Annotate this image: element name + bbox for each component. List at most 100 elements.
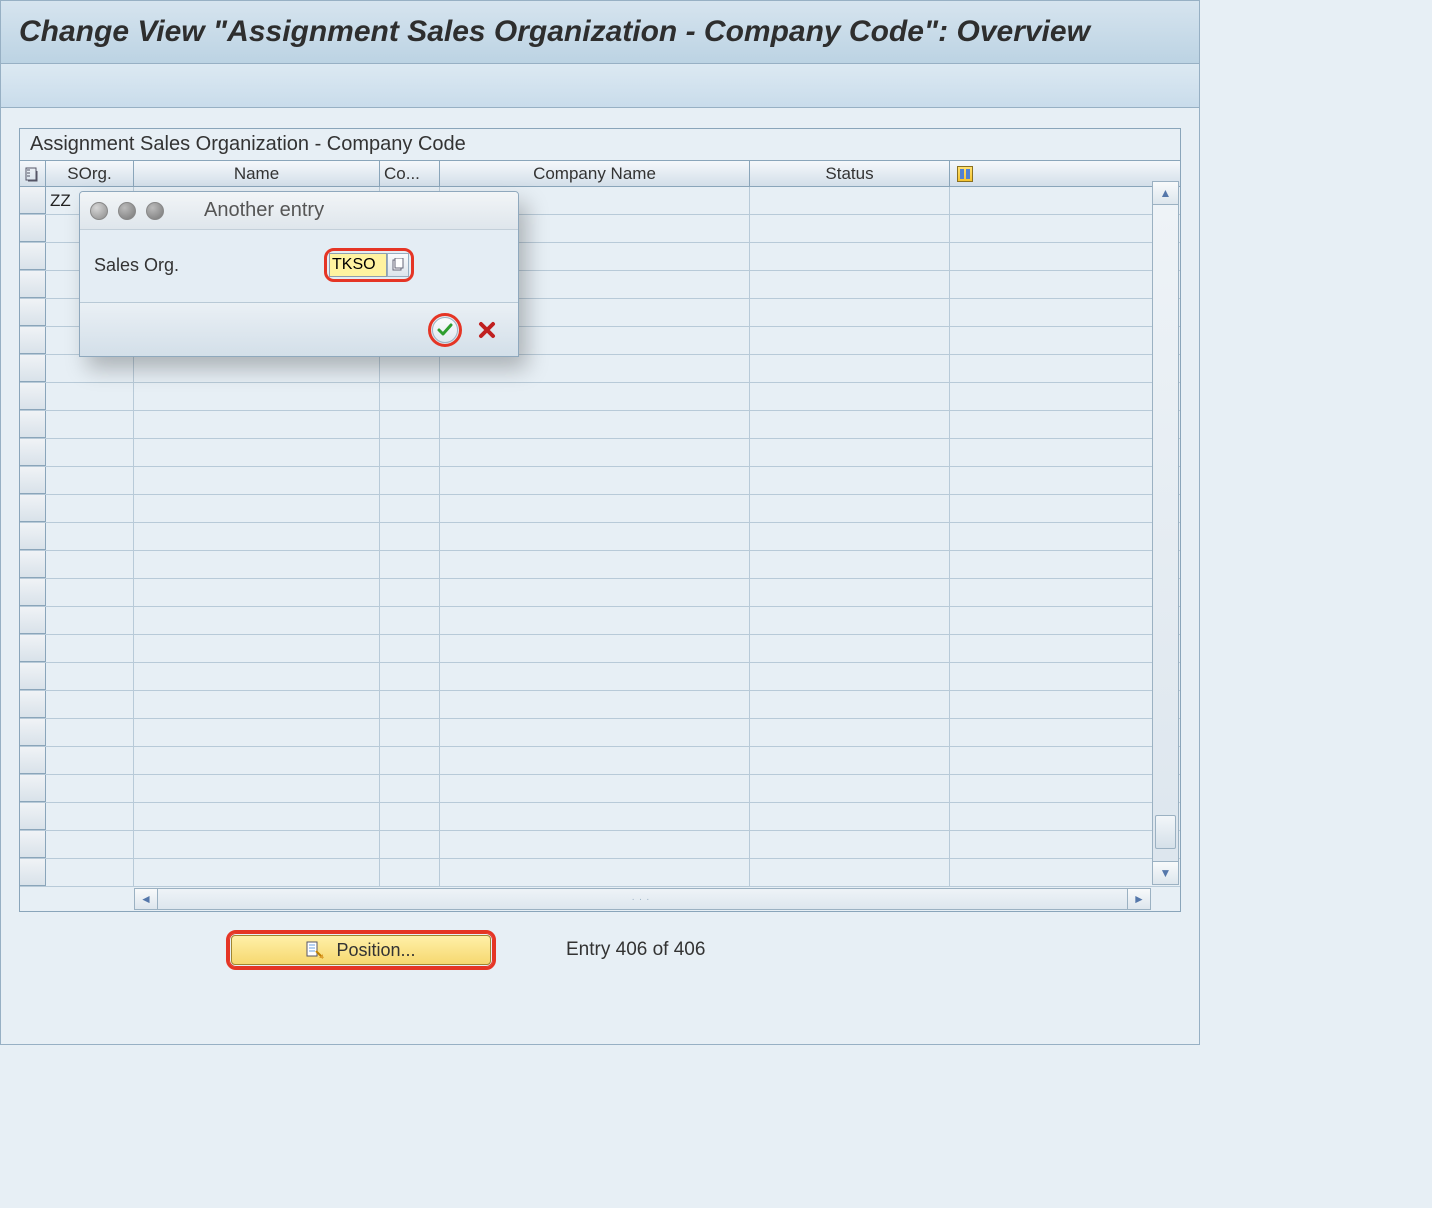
cell-sorg[interactable]	[46, 803, 134, 830]
cell-cocode[interactable]	[380, 495, 440, 522]
horizontal-scroll-track[interactable]: ···	[158, 888, 1127, 910]
cell-cocode[interactable]	[380, 831, 440, 858]
vertical-scroll-track[interactable]	[1152, 205, 1179, 861]
cell-cocode[interactable]	[380, 383, 440, 410]
cell-company-name[interactable]	[440, 859, 750, 886]
cell-name[interactable]	[134, 607, 380, 634]
cell-cocode[interactable]	[380, 775, 440, 802]
cell-status[interactable]	[750, 383, 950, 410]
cell-name[interactable]	[134, 551, 380, 578]
cell-status[interactable]	[750, 411, 950, 438]
cell-status[interactable]	[750, 691, 950, 718]
cell-sorg[interactable]	[46, 495, 134, 522]
cell-sorg[interactable]	[46, 467, 134, 494]
table-row[interactable]	[20, 859, 1180, 887]
cell-company-name[interactable]	[440, 579, 750, 606]
cell-name[interactable]	[134, 859, 380, 886]
cell-sorg[interactable]	[46, 831, 134, 858]
row-selector[interactable]	[20, 607, 46, 634]
cell-name[interactable]	[134, 411, 380, 438]
row-selector[interactable]	[20, 411, 46, 438]
row-selector[interactable]	[20, 579, 46, 606]
cell-company-name[interactable]	[440, 495, 750, 522]
cell-sorg[interactable]	[46, 551, 134, 578]
cell-company-name[interactable]	[440, 411, 750, 438]
cell-company-name[interactable]	[440, 663, 750, 690]
scroll-up-button[interactable]: ▲	[1152, 181, 1179, 205]
cell-status[interactable]	[750, 859, 950, 886]
cell-status[interactable]	[750, 271, 950, 298]
table-row[interactable]	[20, 635, 1180, 663]
cell-status[interactable]	[750, 439, 950, 466]
cell-company-name[interactable]	[440, 383, 750, 410]
table-row[interactable]	[20, 411, 1180, 439]
cell-name[interactable]	[134, 439, 380, 466]
cell-cocode[interactable]	[380, 523, 440, 550]
cell-company-name[interactable]	[440, 467, 750, 494]
position-button[interactable]: Position...	[231, 935, 491, 965]
cell-status[interactable]	[750, 495, 950, 522]
row-selector[interactable]	[20, 215, 46, 242]
cell-status[interactable]	[750, 607, 950, 634]
window-close-traffic-icon[interactable]	[90, 202, 108, 220]
row-selector[interactable]	[20, 719, 46, 746]
row-selector[interactable]	[20, 747, 46, 774]
cell-company-name[interactable]	[440, 607, 750, 634]
row-selector[interactable]	[20, 271, 46, 298]
cell-name[interactable]	[134, 467, 380, 494]
cell-status[interactable]	[750, 719, 950, 746]
cell-name[interactable]	[134, 579, 380, 606]
scroll-left-button[interactable]: ◄	[134, 888, 158, 910]
cell-cocode[interactable]	[380, 551, 440, 578]
cell-sorg[interactable]	[46, 719, 134, 746]
cell-name[interactable]	[134, 803, 380, 830]
cell-sorg[interactable]	[46, 607, 134, 634]
cell-company-name[interactable]	[440, 523, 750, 550]
table-row[interactable]	[20, 719, 1180, 747]
cell-sorg[interactable]	[46, 523, 134, 550]
cell-company-name[interactable]	[440, 747, 750, 774]
cell-sorg[interactable]	[46, 663, 134, 690]
cell-sorg[interactable]	[46, 691, 134, 718]
column-header-status[interactable]: Status	[750, 161, 950, 186]
cell-name[interactable]	[134, 691, 380, 718]
table-row[interactable]	[20, 607, 1180, 635]
sales-org-input[interactable]	[329, 253, 387, 277]
table-row[interactable]	[20, 495, 1180, 523]
cell-status[interactable]	[750, 663, 950, 690]
table-row[interactable]	[20, 551, 1180, 579]
cell-company-name[interactable]	[440, 831, 750, 858]
cell-sorg[interactable]	[46, 579, 134, 606]
dialog-titlebar[interactable]: Another entry	[80, 192, 518, 230]
table-row[interactable]	[20, 803, 1180, 831]
cell-name[interactable]	[134, 355, 380, 382]
cell-sorg[interactable]	[46, 439, 134, 466]
select-all-button[interactable]	[20, 161, 46, 186]
cell-name[interactable]	[134, 831, 380, 858]
cell-name[interactable]	[134, 747, 380, 774]
cell-name[interactable]	[134, 775, 380, 802]
cell-cocode[interactable]	[380, 719, 440, 746]
cell-company-name[interactable]	[440, 635, 750, 662]
table-row[interactable]	[20, 775, 1180, 803]
cell-company-name[interactable]	[440, 439, 750, 466]
cell-status[interactable]	[750, 187, 950, 214]
cell-name[interactable]	[134, 523, 380, 550]
table-row[interactable]	[20, 663, 1180, 691]
row-selector[interactable]	[20, 327, 46, 354]
ok-button[interactable]	[432, 317, 458, 343]
column-header-sorg[interactable]: SOrg.	[46, 161, 134, 186]
cell-sorg[interactable]	[46, 747, 134, 774]
cell-cocode[interactable]	[380, 607, 440, 634]
table-row[interactable]	[20, 383, 1180, 411]
table-row[interactable]	[20, 831, 1180, 859]
vertical-scroll-thumb[interactable]	[1155, 815, 1176, 849]
scroll-down-button[interactable]: ▼	[1152, 861, 1179, 885]
cell-cocode[interactable]	[380, 691, 440, 718]
table-row[interactable]	[20, 439, 1180, 467]
cell-cocode[interactable]	[380, 803, 440, 830]
table-row[interactable]	[20, 747, 1180, 775]
scroll-right-button[interactable]: ►	[1127, 888, 1151, 910]
row-selector[interactable]	[20, 803, 46, 830]
cell-company-name[interactable]	[440, 691, 750, 718]
